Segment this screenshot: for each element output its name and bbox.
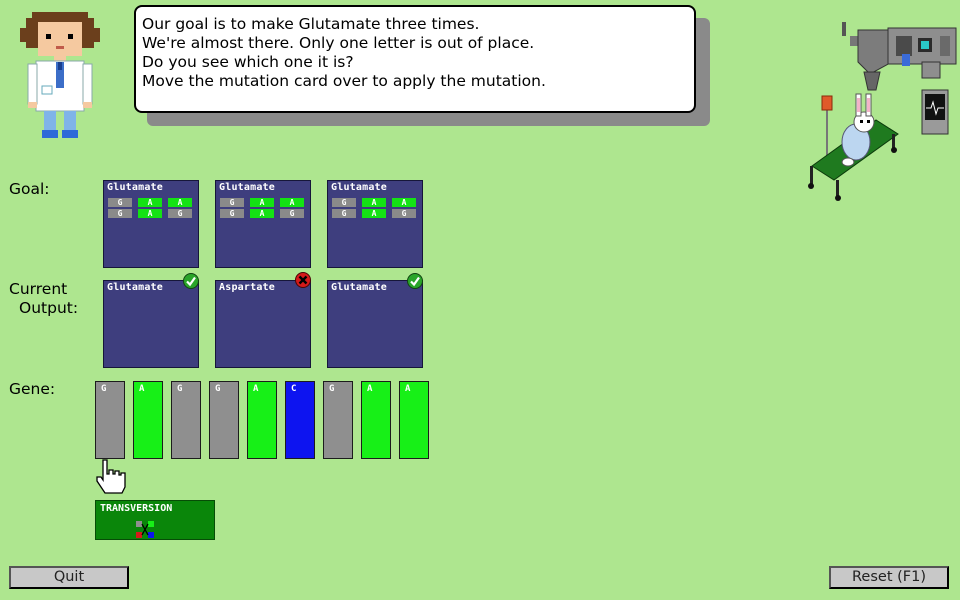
codon-letter: A bbox=[250, 198, 274, 207]
codon-letter: G bbox=[280, 209, 304, 218]
x-icon bbox=[295, 272, 311, 288]
codon: A A bbox=[362, 198, 386, 219]
check-icon bbox=[407, 273, 423, 289]
gene-letter: G bbox=[101, 384, 107, 394]
dialog-line: Our goal is to make Glutamate three time… bbox=[142, 15, 480, 33]
codon: A G bbox=[392, 198, 416, 219]
goal-card-title: Glutamate bbox=[219, 182, 275, 193]
doctor-avatar bbox=[20, 12, 100, 138]
gene-tile[interactable]: A bbox=[247, 381, 277, 459]
codon-letter: A bbox=[392, 198, 416, 207]
output-card: Glutamate bbox=[327, 280, 423, 368]
goal-label: Goal: bbox=[9, 180, 50, 198]
current-output-label-2: Output: bbox=[19, 299, 79, 317]
codon: A G bbox=[280, 198, 304, 219]
output-card-title: Glutamate bbox=[107, 282, 163, 293]
reset-button[interactable]: Reset (F1) bbox=[829, 566, 949, 589]
dialog-bubble: Our goal is to make Glutamate three time… bbox=[134, 5, 696, 113]
codon: G G bbox=[332, 198, 356, 219]
gene-letter: A bbox=[139, 384, 145, 394]
goal-card-title: Glutamate bbox=[331, 182, 387, 193]
mutation-card[interactable]: TRANSVERSION bbox=[95, 500, 215, 540]
gene-tile[interactable]: A bbox=[133, 381, 163, 459]
goal-card: Glutamate G G A A A G bbox=[103, 180, 199, 268]
gene-letter: G bbox=[177, 384, 183, 394]
output-card: Aspartate bbox=[215, 280, 311, 368]
quit-button[interactable]: Quit bbox=[9, 566, 129, 589]
gene-letter: G bbox=[329, 384, 335, 394]
gene-letter: C bbox=[291, 384, 297, 394]
hand-cursor-icon bbox=[96, 459, 126, 494]
goal-card: Glutamate G G A A A G bbox=[215, 180, 311, 268]
goal-card-title: Glutamate bbox=[107, 182, 163, 193]
output-card: Glutamate bbox=[103, 280, 199, 368]
codon-letter: G bbox=[220, 198, 244, 207]
codon-letter: G bbox=[332, 209, 356, 218]
codon: A A bbox=[138, 198, 162, 219]
codon-letter: A bbox=[138, 209, 162, 218]
gene-tile[interactable]: G bbox=[171, 381, 201, 459]
codon-letter: A bbox=[250, 209, 274, 218]
gene-letter: A bbox=[405, 384, 411, 394]
codon-letter: G bbox=[108, 209, 132, 218]
codon-letter: G bbox=[168, 209, 192, 218]
goal-card: Glutamate G G A A A G bbox=[327, 180, 423, 268]
gene-tile[interactable]: A bbox=[361, 381, 391, 459]
gene-letter: G bbox=[215, 384, 221, 394]
codon: A A bbox=[250, 198, 274, 219]
codon: A G bbox=[168, 198, 192, 219]
output-card-title: Aspartate bbox=[219, 282, 275, 293]
codon: G G bbox=[220, 198, 244, 219]
codon-letter: G bbox=[332, 198, 356, 207]
codon-letter: G bbox=[220, 209, 244, 218]
gene-tile[interactable]: G bbox=[95, 381, 125, 459]
gene-tile[interactable]: A bbox=[399, 381, 429, 459]
output-card-title: Glutamate bbox=[331, 282, 387, 293]
dialog-line: Move the mutation card over to apply the… bbox=[142, 72, 546, 90]
codon: G G bbox=[108, 198, 132, 219]
codon-letter: A bbox=[280, 198, 304, 207]
codon-letter: A bbox=[362, 209, 386, 218]
codon-letter: A bbox=[362, 198, 386, 207]
gene-letter: A bbox=[253, 384, 259, 394]
codon-letter: G bbox=[392, 209, 416, 218]
current-output-label: Current bbox=[9, 280, 68, 298]
gene-letter: A bbox=[367, 384, 373, 394]
codon-letter: A bbox=[138, 198, 162, 207]
mutation-card-title: TRANSVERSION bbox=[100, 503, 173, 514]
dialog-line: We're almost there. Only one letter is o… bbox=[142, 34, 535, 52]
gene-label: Gene: bbox=[9, 380, 56, 398]
codon-letter: G bbox=[108, 198, 132, 207]
dialog-line: Do you see which one it is? bbox=[142, 53, 354, 71]
codon-letter: A bbox=[168, 198, 192, 207]
gene-tile[interactable]: G bbox=[209, 381, 239, 459]
transversion-diagram-icon bbox=[136, 521, 154, 538]
check-icon bbox=[183, 273, 199, 289]
gene-tile[interactable]: C bbox=[285, 381, 315, 459]
gene-tile[interactable]: G bbox=[323, 381, 353, 459]
lab-machine-bunny-illustration bbox=[808, 22, 957, 201]
